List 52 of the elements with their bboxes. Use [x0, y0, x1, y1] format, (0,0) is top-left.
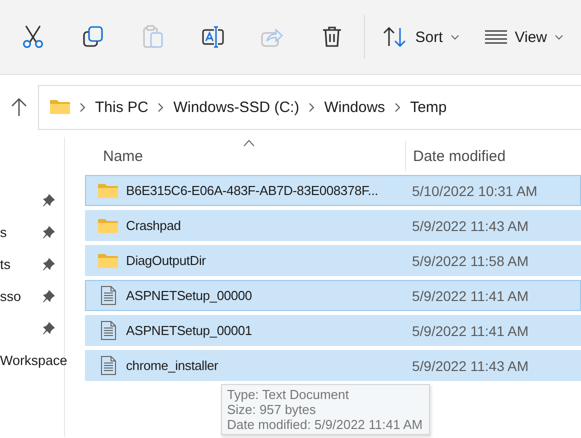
column-header[interactable]: Date modified — [413, 148, 506, 164]
view-button[interactable]: View — [476, 22, 572, 52]
file-name: chrome_installer — [126, 358, 220, 373]
folder-icon — [98, 252, 118, 268]
document-icon — [100, 356, 116, 375]
sidebar-item[interactable]: s — [0, 224, 7, 240]
document-icon — [100, 286, 116, 305]
sort-icon — [383, 27, 408, 47]
file-row[interactable]: B6E315C6-E06A-483F-AB7D-83E008378F... 5/10/2022 10:31 AM — [85, 175, 581, 206]
sidebar-item[interactable]: ts — [0, 256, 11, 272]
folder-icon — [50, 99, 70, 115]
column-header[interactable]: Name — [103, 148, 144, 164]
chevron-right-icon — [309, 102, 314, 112]
date-modified: 5/9/2022 11:58 AM — [411, 252, 528, 268]
date-modified: 5/9/2022 11:41 AM — [411, 288, 528, 304]
date-modified: 5/9/2022 11:43 AM — [411, 218, 528, 234]
sidebar-item[interactable]: sso — [0, 288, 22, 304]
file-name: DiagOutputDir — [126, 253, 207, 268]
chevron-right-icon — [80, 102, 85, 112]
up-arrow-icon[interactable] — [11, 98, 27, 116]
view-icon — [484, 30, 507, 44]
sort-button[interactable]: Sort — [375, 21, 467, 53]
copy-icon[interactable] — [82, 26, 104, 48]
breadcrumb[interactable]: This PC — [95, 98, 148, 116]
sidebar-item[interactable]: Workspace — [0, 352, 68, 368]
breadcrumb[interactable]: Windows — [324, 98, 386, 116]
file-name: ASPNETSetup_00001 — [126, 323, 253, 338]
breadcrumb[interactable]: Temp — [410, 98, 447, 116]
chevron-icon — [555, 34, 564, 40]
file-row[interactable]: Crashpad 5/9/2022 11:43 AM — [85, 210, 581, 241]
file-row[interactable]: ASPNETSetup_00000 5/9/2022 11:41 AM — [85, 280, 581, 311]
delete-icon[interactable] — [322, 26, 342, 48]
address-bar[interactable]: This PC Windows-SSD (C:) Windows Temp — [38, 84, 581, 130]
tooltip: Type: Text Document Size: 957 bytes Date modified: 5/9/2022 11:41 AM — [221, 384, 430, 435]
folder-icon — [98, 218, 118, 234]
file-row[interactable]: DiagOutputDir 5/9/2022 11:58 AM — [85, 245, 581, 276]
date-modified: 5/9/2022 11:41 AM — [411, 322, 528, 338]
cut-icon[interactable] — [22, 25, 44, 49]
date-modified: 5/9/2022 11:43 AM — [411, 358, 528, 374]
chevron-icon — [450, 34, 459, 40]
breadcrumb[interactable]: Windows-SSD (C:) — [173, 98, 300, 116]
chevron-right-icon — [158, 102, 164, 112]
file-name: B6E315C6-E06A-483F-AB7D-83E008378F... — [126, 183, 380, 198]
file-row[interactable]: ASPNETSetup_00001 5/9/2022 11:41 AM — [85, 315, 581, 346]
file-row[interactable]: chrome_installer 5/9/2022 11:43 AM — [85, 350, 581, 381]
folder-icon — [98, 182, 118, 198]
chevron-right-icon — [395, 102, 400, 112]
date-modified: 5/10/2022 10:31 AM — [411, 182, 538, 198]
file-name: ASPNETSetup_00000 — [126, 288, 253, 303]
rename-icon[interactable] — [200, 26, 225, 48]
document-icon — [100, 321, 116, 340]
file-name: Crashpad — [126, 218, 182, 233]
